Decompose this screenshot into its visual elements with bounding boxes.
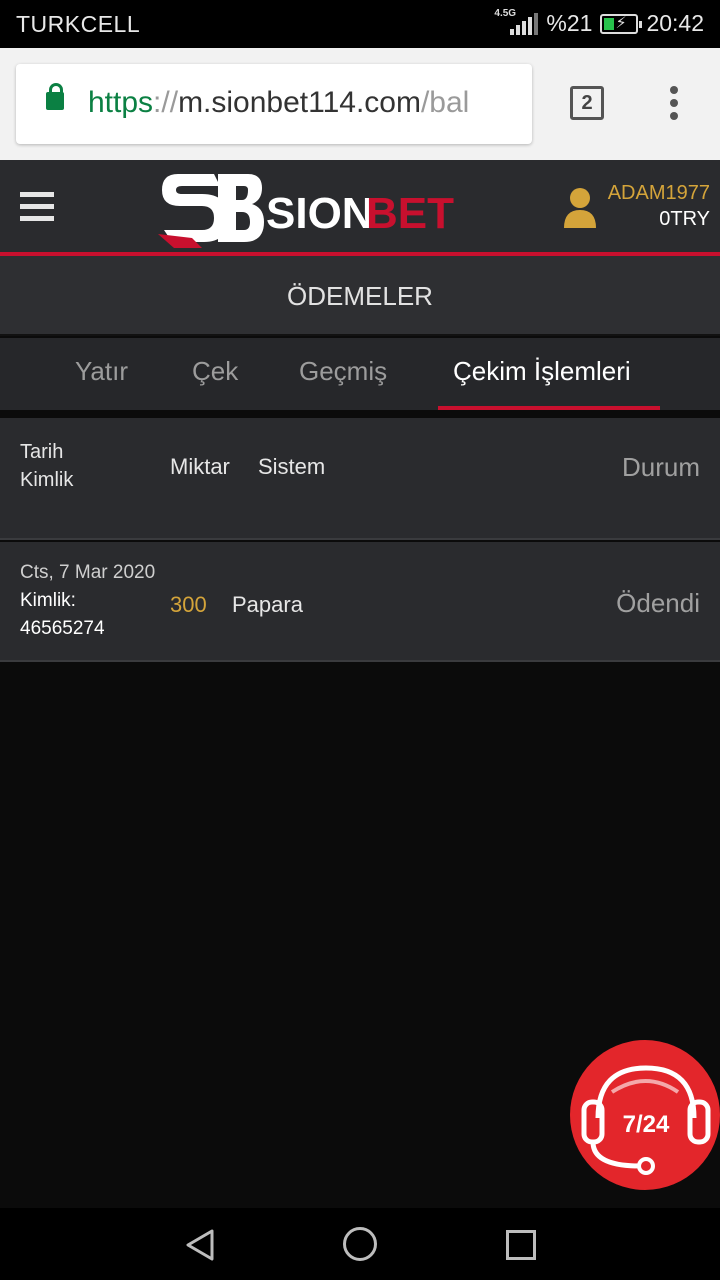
clock: 20:42 (646, 10, 704, 36)
row-id-value: 46565274 (20, 618, 105, 639)
signal-icon: 4.5G (494, 8, 539, 37)
browser-toolbar: https://m.sionbet114.com/bal 2 (0, 48, 720, 160)
support-label: 7/24 (623, 1111, 670, 1138)
back-icon[interactable] (184, 1228, 218, 1262)
tab-switcher-button[interactable]: 2 (570, 86, 604, 120)
home-icon[interactable] (343, 1227, 377, 1261)
hamburger-icon[interactable] (20, 192, 54, 226)
lock-icon (46, 83, 64, 110)
page-title: ÖDEMELER (0, 256, 720, 336)
address-bar[interactable]: https://m.sionbet114.com/bal (16, 64, 532, 144)
header-id: Kimlik (20, 469, 74, 491)
tab-yatir[interactable]: Yatır (75, 356, 128, 387)
tab-bar: Yatır Çek Geçmiş Çekim İşlemleri (0, 338, 720, 410)
status-bar: TURKCELL 4.5G %21 ⚡ 20:42 (0, 0, 720, 48)
logo-text-sion: SION (266, 189, 374, 238)
site-header: SION BET ADAM1977 0TRY (0, 160, 720, 256)
user-info[interactable]: ADAM1977 0TRY (608, 180, 710, 232)
tab-cek[interactable]: Çek (192, 356, 238, 387)
battery-percent: %21 (546, 10, 593, 36)
header-date-id: Tarih Kimlik (20, 438, 73, 494)
status-right: 4.5G %21 ⚡ 20:42 (494, 8, 704, 37)
header-status: Durum (621, 452, 700, 482)
live-support-button[interactable]: 7/24 (570, 1040, 720, 1190)
row-amount: 300 (170, 592, 207, 617)
user-icon[interactable] (562, 186, 598, 228)
url-text[interactable]: https://m.sionbet114.com/bal (88, 86, 469, 120)
header-system: Sistem (258, 454, 326, 479)
logo-text-bet: BET (366, 189, 454, 238)
tab-cekim-islemleri[interactable]: Çekim İşlemleri (453, 356, 631, 387)
table-header: Tarih Kimlik Miktar Sistem Durum (0, 418, 720, 540)
table-row[interactable]: Cts, 7 Mar 2020 Kimlik: 46565274 300 Pap… (0, 542, 720, 662)
carrier-name: TURKCELL (16, 11, 141, 37)
balance: 0TRY (659, 208, 710, 230)
row-system: Papara (232, 592, 303, 617)
row-date: Cts, 7 Mar 2020 (20, 562, 156, 583)
android-nav-bar (0, 1208, 720, 1280)
username: ADAM1977 (607, 182, 710, 204)
row-status: Ödendi (616, 588, 700, 618)
row-id-label: Kimlik: (20, 590, 76, 611)
recents-icon[interactable] (506, 1230, 536, 1260)
tab-gecmis[interactable]: Geçmiş (299, 356, 387, 387)
more-vert-icon[interactable] (662, 86, 686, 126)
sionbet-logo[interactable]: SION BET (158, 168, 468, 250)
headset-icon: 7/24 (581, 1065, 711, 1175)
header-date: Tarih (20, 441, 64, 463)
header-amount: Miktar (170, 454, 230, 479)
divider (0, 410, 720, 418)
battery-icon: ⚡ (600, 13, 643, 34)
